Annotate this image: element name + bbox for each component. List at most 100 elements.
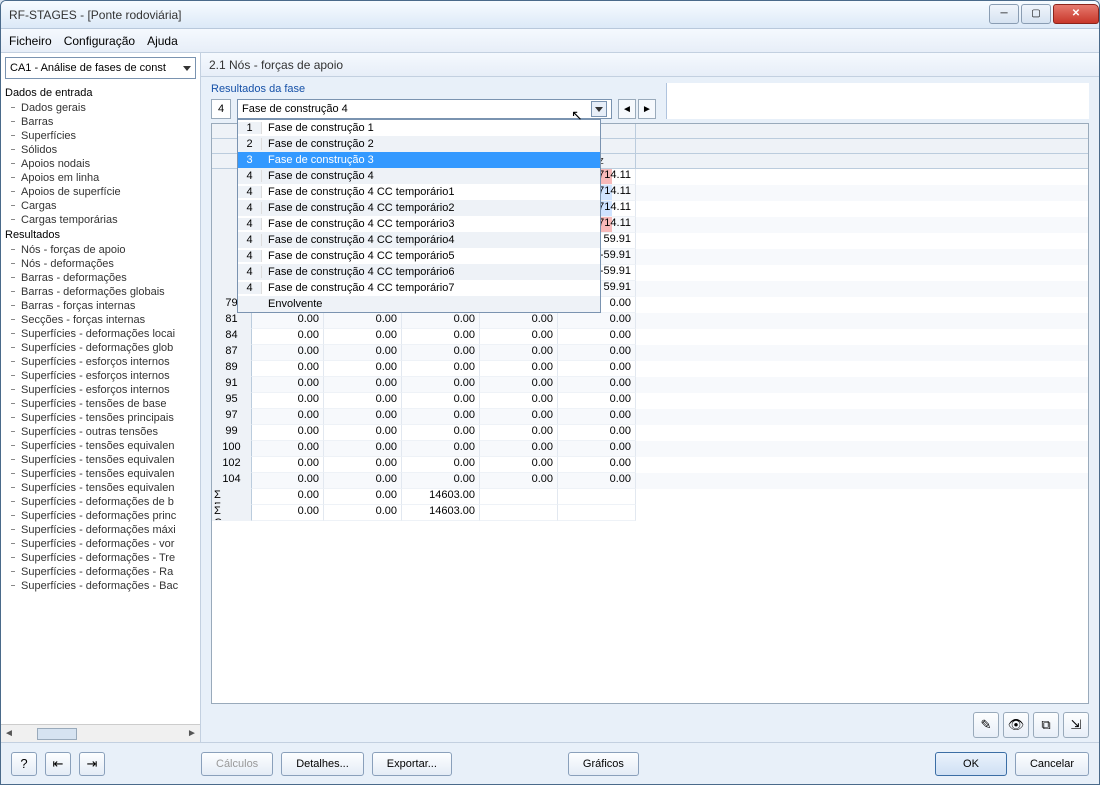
tree-item[interactable]: Nós - forças de apoio [1, 243, 200, 257]
tree-item[interactable]: Superfícies [1, 129, 200, 143]
cell: 0.00 [324, 425, 402, 441]
table-row[interactable]: 1020.000.000.000.000.00 [212, 457, 1088, 473]
export-icon[interactable]: ⇲ [1063, 712, 1089, 738]
tree-group-input[interactable]: Dados de entrada [1, 85, 200, 101]
dropdown-item[interactable]: 4Fase de construção 4 CC temporário7 [238, 280, 600, 296]
tree-item[interactable]: Superfícies - esforços internos [1, 383, 200, 397]
calc-button[interactable]: Cálculos [201, 752, 273, 776]
prev-phase-button[interactable]: ◄ [618, 99, 636, 119]
dropdown-item[interactable]: 4Fase de construção 4 CC temporário5 [238, 248, 600, 264]
export-button[interactable]: Exportar... [372, 752, 452, 776]
tree-item[interactable]: Dados gerais [1, 101, 200, 115]
nav-tree[interactable]: Dados de entradaDados geraisBarrasSuperf… [1, 83, 200, 724]
tree-item[interactable]: Superfícies - deformações locai [1, 327, 200, 341]
dropdown-item[interactable]: 4Fase de construção 4 CC temporário3 [238, 216, 600, 232]
table-row[interactable]: 870.000.000.000.000.00 [212, 345, 1088, 361]
tree-item[interactable]: Superfícies - esforços internos [1, 355, 200, 369]
tree-item[interactable]: Apoios de superfície [1, 185, 200, 199]
tree-item[interactable]: Superfícies - outras tensões [1, 425, 200, 439]
menu-config[interactable]: Configuração [64, 34, 135, 48]
table-row[interactable]: 1000.000.000.000.000.00 [212, 441, 1088, 457]
pick-icon[interactable]: ✎ [973, 712, 999, 738]
next-phase-button[interactable]: ► [638, 99, 656, 119]
tree-item[interactable]: Superfícies - deformações - vor [1, 537, 200, 551]
tree-item[interactable]: Superfícies - esforços internos [1, 369, 200, 383]
tree-item[interactable]: Superfícies - tensões de base [1, 397, 200, 411]
graphics-button[interactable]: Gráficos [568, 752, 639, 776]
case-combo[interactable]: CA1 - Análise de fases de const [5, 57, 196, 79]
close-button[interactable]: ✕ [1053, 4, 1099, 24]
table-row[interactable]: 890.000.000.000.000.00 [212, 361, 1088, 377]
phase-dropdown[interactable]: 1Fase de construção 12Fase de construção… [237, 119, 601, 313]
cell: 0.00 [324, 361, 402, 377]
table-row[interactable]: 1040.000.000.000.000.00 [212, 473, 1088, 489]
dropdown-item[interactable]: 2Fase de construção 2 [238, 136, 600, 152]
scroll-right-icon[interactable]: ► [184, 726, 200, 742]
tree-item[interactable]: Superfícies - deformações - Ra [1, 565, 200, 579]
tree-item[interactable]: Superfícies - tensões equivalen [1, 453, 200, 467]
details-button[interactable]: Detalhes... [281, 752, 364, 776]
tree-item[interactable]: Apoios nodais [1, 157, 200, 171]
filter-icon[interactable]: ⧉ [1033, 712, 1059, 738]
cell: 0.00 [252, 361, 324, 377]
sidebar-hscroll[interactable]: ◄ ► [1, 724, 200, 742]
table-row[interactable]: 810.000.000.000.000.00 [212, 313, 1088, 329]
tree-group-results[interactable]: Resultados [1, 227, 200, 243]
prev-table-button[interactable]: ⇤ [45, 752, 71, 776]
cell: 0.00 [480, 425, 558, 441]
tree-item[interactable]: Superfícies - deformações glob [1, 341, 200, 355]
dropdown-item[interactable]: 4Fase de construção 4 CC temporário4 [238, 232, 600, 248]
scroll-thumb[interactable] [37, 728, 77, 740]
tree-item[interactable]: Superfícies - tensões equivalen [1, 481, 200, 495]
tree-item[interactable]: Superfícies - deformações princ [1, 509, 200, 523]
dropdown-item[interactable]: 1Fase de construção 1 [238, 120, 600, 136]
tree-item[interactable]: Superfícies - deformações de b [1, 495, 200, 509]
table-row[interactable]: 990.000.000.000.000.00 [212, 425, 1088, 441]
cancel-button[interactable]: Cancelar [1015, 752, 1089, 776]
table-row[interactable]: 840.000.000.000.000.00 [212, 329, 1088, 345]
tree-item[interactable]: Superfícies - deformações - Tre [1, 551, 200, 565]
table-row[interactable]: 950.000.000.000.000.00 [212, 393, 1088, 409]
tree-item[interactable]: Barras - forças internas [1, 299, 200, 313]
tree-item[interactable]: Secções - forças internas [1, 313, 200, 327]
ok-button[interactable]: OK [935, 752, 1007, 776]
phase-select[interactable]: Fase de construção 4 [237, 99, 612, 119]
dropdown-item[interactable]: 4Fase de construção 4 CC temporário1 [238, 184, 600, 200]
menubar: Ficheiro Configuração Ajuda [1, 29, 1099, 53]
tree-item[interactable]: Cargas [1, 199, 200, 213]
help-button[interactable]: ? [11, 752, 37, 776]
tree-item[interactable]: Barras - deformações [1, 271, 200, 285]
tree-item[interactable]: Superfícies - deformações máxi [1, 523, 200, 537]
tree-item[interactable]: Apoios em linha [1, 171, 200, 185]
tree-item[interactable]: Barras - deformações globais [1, 285, 200, 299]
menu-help[interactable]: Ajuda [147, 34, 178, 48]
next-table-button[interactable]: ⇥ [79, 752, 105, 776]
tree-item[interactable]: Cargas temporárias [1, 213, 200, 227]
view-icon[interactable]: 👁 [1003, 712, 1029, 738]
tree-item[interactable]: Superfícies - tensões equivalen [1, 467, 200, 481]
cell: 0.00 [324, 409, 402, 425]
maximize-button[interactable]: ▢ [1021, 4, 1051, 24]
dropdown-item[interactable]: 4Fase de construção 4 [238, 168, 600, 184]
menu-file[interactable]: Ficheiro [9, 34, 52, 48]
dropdown-item[interactable]: 3Fase de construção 3 [238, 152, 600, 168]
table-row[interactable]: 970.000.000.000.000.00 [212, 409, 1088, 425]
tree-item[interactable]: Superfícies - tensões equivalen [1, 439, 200, 453]
tree-item[interactable]: Superfícies - deformações - Bac [1, 579, 200, 593]
tree-item[interactable]: Nós - deformações [1, 257, 200, 271]
dropdown-item[interactable]: 4Fase de construção 4 CC temporário2 [238, 200, 600, 216]
scroll-left-icon[interactable]: ◄ [1, 726, 17, 742]
dropdown-item[interactable]: Envolvente [238, 296, 600, 312]
cell: Σ Cargas [212, 505, 252, 521]
cell: 0.00 [480, 329, 558, 345]
minimize-button[interactable]: ─ [989, 4, 1019, 24]
table-row[interactable]: 910.000.000.000.000.00 [212, 377, 1088, 393]
cell: 0.00 [480, 393, 558, 409]
tree-item[interactable]: Barras [1, 115, 200, 129]
tree-item[interactable]: Sólidos [1, 143, 200, 157]
chevron-down-icon[interactable] [591, 101, 607, 117]
cell: 0.00 [402, 425, 480, 441]
cell [480, 489, 558, 505]
dropdown-item[interactable]: 4Fase de construção 4 CC temporário6 [238, 264, 600, 280]
tree-item[interactable]: Superfícies - tensões principais [1, 411, 200, 425]
